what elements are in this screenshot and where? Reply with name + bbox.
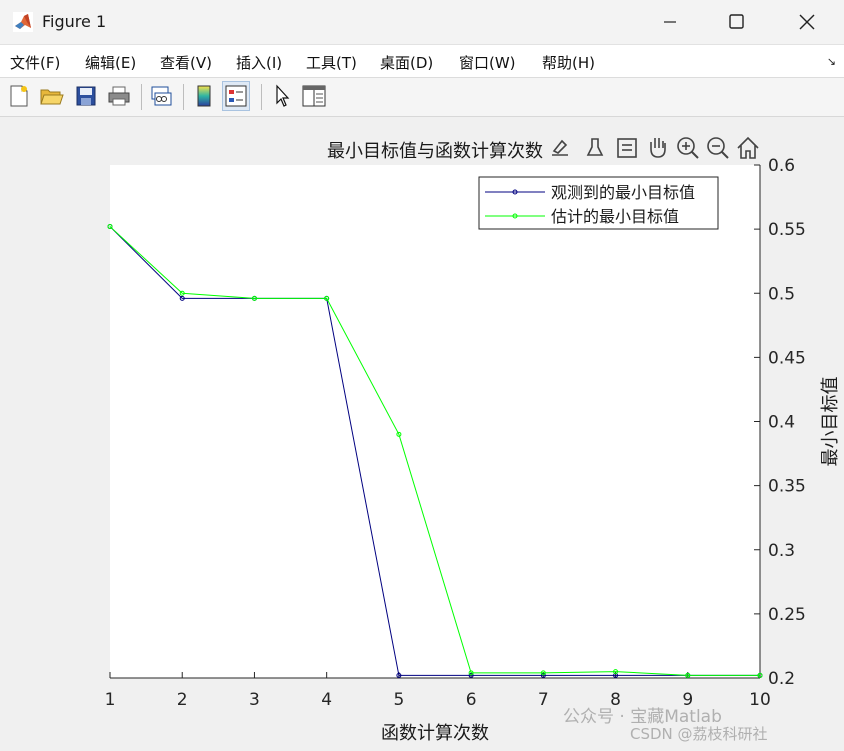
colorbar-button[interactable] bbox=[190, 81, 218, 111]
y-tick-label: 0.25 bbox=[768, 605, 806, 625]
chart-title: 最小目标值与函数计算次数 bbox=[327, 141, 543, 162]
menu-file[interactable]: 文件(F) bbox=[10, 52, 60, 73]
toolbar-separator bbox=[183, 84, 184, 110]
menu-insert[interactable]: 插入(I) bbox=[236, 52, 282, 73]
legend-button[interactable] bbox=[222, 81, 250, 111]
plot-area[interactable] bbox=[110, 165, 760, 678]
minimize-icon bbox=[664, 21, 676, 23]
open-file-button[interactable] bbox=[38, 81, 66, 111]
zoom-in-icon[interactable] bbox=[677, 137, 699, 159]
dock-arrow-icon[interactable]: ↘ bbox=[827, 55, 836, 68]
legend-entry: 估计的最小目标值 bbox=[551, 207, 679, 226]
new-figure-button[interactable] bbox=[5, 81, 33, 111]
x-tick-label: 3 bbox=[249, 690, 260, 710]
save-icon bbox=[76, 86, 96, 106]
brush-icon[interactable] bbox=[586, 138, 604, 156]
maximize-icon bbox=[729, 14, 744, 29]
menu-view[interactable]: 查看(V) bbox=[160, 52, 212, 73]
y-tick-label: 0.35 bbox=[768, 477, 806, 497]
x-tick-label: 7 bbox=[538, 690, 549, 710]
x-tick-label: 2 bbox=[177, 690, 188, 710]
export-icon[interactable] bbox=[552, 139, 568, 156]
window-titlebar: Figure 1 bbox=[0, 0, 844, 45]
legend[interactable]: 观测到的最小目标值估计的最小目标值 bbox=[478, 176, 719, 230]
pan-icon[interactable] bbox=[650, 138, 666, 158]
menu-edit[interactable]: 编辑(E) bbox=[85, 52, 136, 73]
figure-canvas: 1 2 3 4 5 6 7 8 9 10 0.2 0.25 0.3 0.35 0.4 0.45 0.5 0.55 0… bbox=[0, 117, 844, 751]
x-tick-label: 5 bbox=[393, 690, 404, 710]
menu-bar: 文件(F) 编辑(E) 查看(V) 插入(I) 工具(T) 桌面(D) 窗口(W… bbox=[0, 45, 844, 78]
chart: 1 2 3 4 5 6 7 8 9 100.20.250.30.350.40.450.50.550… bbox=[105, 136, 841, 744]
window-title: Figure 1 bbox=[42, 12, 107, 31]
menu-window[interactable]: 窗口(W) bbox=[459, 52, 516, 73]
y-tick-label: 0.5 bbox=[768, 284, 795, 304]
minimize-button[interactable] bbox=[640, 0, 700, 44]
y-axis-label: 最小目标值 bbox=[820, 377, 841, 467]
menu-help[interactable]: 帮助(H) bbox=[542, 52, 595, 73]
x-tick-label: 10 bbox=[749, 690, 771, 710]
link-plot-button[interactable] bbox=[147, 81, 175, 111]
maximize-button[interactable] bbox=[706, 0, 766, 44]
print-icon bbox=[108, 86, 130, 106]
zoom-out-icon[interactable] bbox=[707, 137, 729, 159]
legend-entry: 观测到的最小目标值 bbox=[551, 183, 695, 202]
data-tips-icon[interactable] bbox=[617, 138, 637, 158]
open-file-icon bbox=[40, 89, 64, 105]
y-tick-label: 0.55 bbox=[768, 220, 806, 240]
y-tick-label: 0.4 bbox=[768, 413, 795, 433]
watermark-csdn: CSDN @荔枝科研社 bbox=[630, 725, 768, 743]
home-icon[interactable] bbox=[737, 136, 759, 159]
legend-icon bbox=[225, 85, 247, 107]
close-icon bbox=[799, 14, 815, 30]
property-inspector-button[interactable] bbox=[300, 81, 328, 111]
toolbar-separator bbox=[141, 84, 142, 110]
y-tick-label: 0.3 bbox=[768, 541, 795, 561]
x-tick-label: 6 bbox=[466, 690, 477, 710]
x-tick-label: 4 bbox=[321, 690, 332, 710]
pointer-icon bbox=[276, 84, 290, 107]
figure-toolbar bbox=[0, 78, 844, 117]
y-tick-label: 0.2 bbox=[768, 669, 795, 689]
x-tick-label: 1 bbox=[105, 690, 116, 710]
menu-desktop[interactable]: 桌面(D) bbox=[380, 52, 433, 73]
colorbar-icon bbox=[197, 85, 211, 107]
axes-toolbar bbox=[552, 136, 759, 159]
close-button[interactable] bbox=[776, 0, 836, 44]
property-inspector-icon bbox=[302, 85, 326, 107]
menu-tools[interactable]: 工具(T) bbox=[306, 52, 357, 73]
toolbar-separator bbox=[261, 84, 262, 110]
pointer-button[interactable] bbox=[268, 81, 296, 111]
matlab-logo-icon bbox=[13, 12, 33, 32]
save-button[interactable] bbox=[72, 81, 100, 111]
y-tick-label: 0.45 bbox=[768, 348, 806, 368]
link-plot-icon bbox=[151, 86, 172, 106]
x-axis-label: 函数计算次数 bbox=[381, 723, 489, 744]
y-tick-label: 0.6 bbox=[768, 156, 795, 176]
new-figure-icon bbox=[10, 85, 28, 107]
print-button[interactable] bbox=[105, 81, 133, 111]
